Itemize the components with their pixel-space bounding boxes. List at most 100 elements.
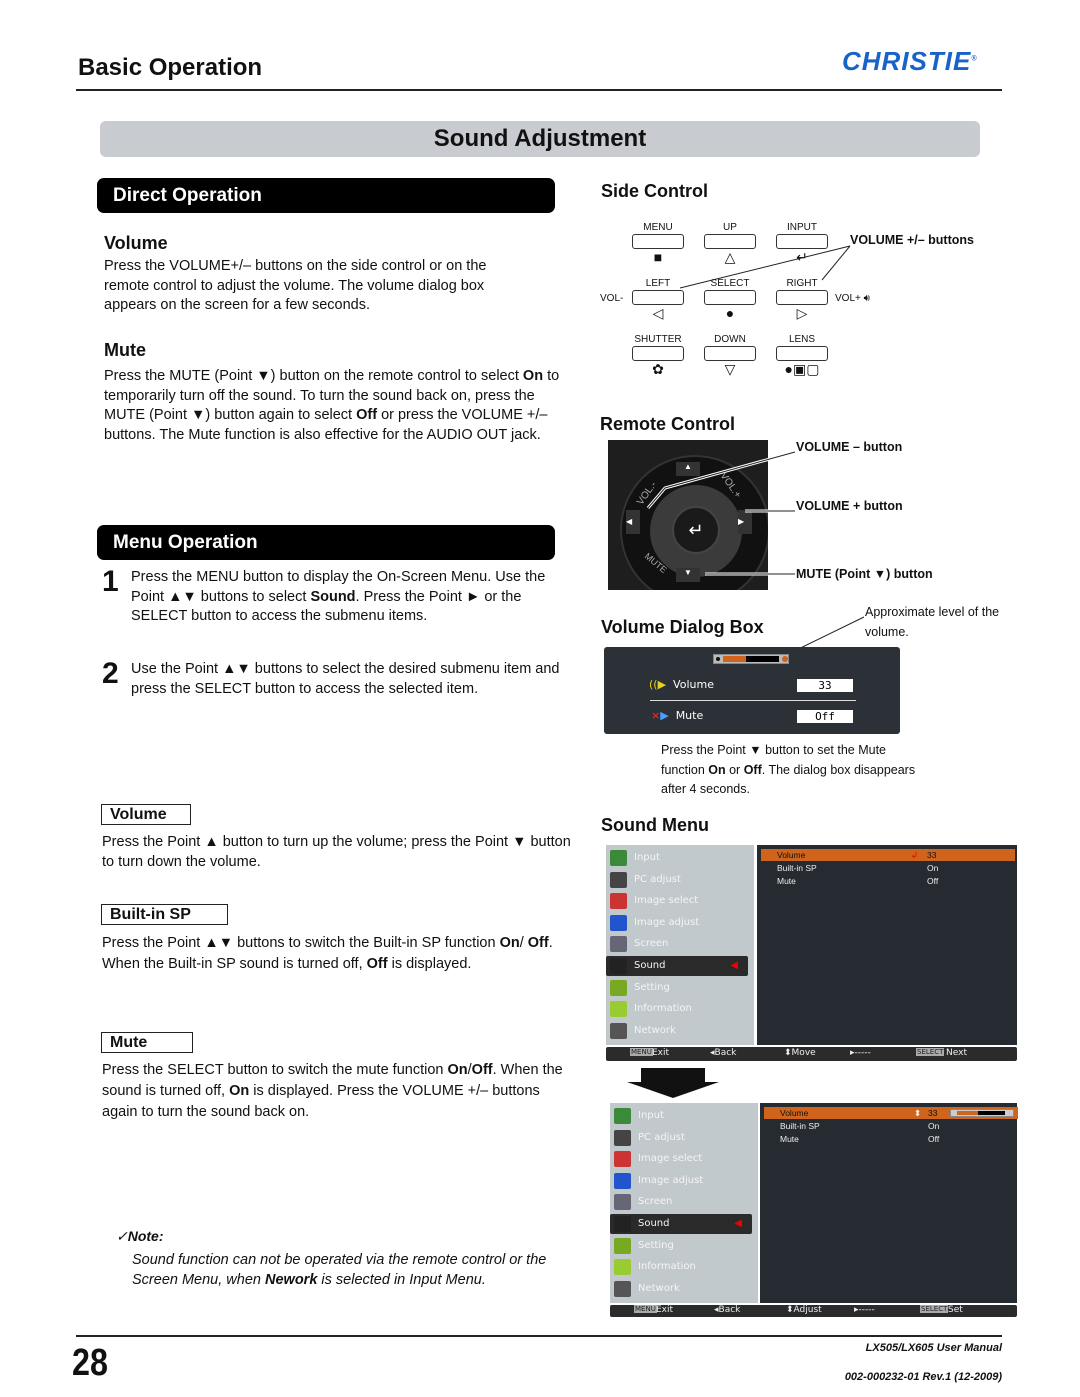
- volume-text: Press the VOLUME+/– buttons on the side …: [104, 258, 487, 313]
- menu-item-label: PC adjust: [634, 873, 681, 885]
- menu-item-sound[interactable]: Sound ◀: [606, 956, 748, 976]
- setting-icon: [614, 1237, 631, 1254]
- dialog-volume-value[interactable]: 33: [797, 679, 853, 692]
- menu-item-sound[interactable]: Sound ◀: [610, 1214, 752, 1234]
- volume-heading: Volume: [104, 233, 168, 253]
- back-hint: ◂Back: [710, 1048, 737, 1058]
- vol-minus-button[interactable]: ◀: [626, 510, 640, 534]
- button-label: SHUTTER: [634, 334, 682, 345]
- menu-item-input[interactable]: Input: [610, 1106, 752, 1126]
- menu-item-label: Information: [634, 1003, 692, 1015]
- mute-callout: MUTE (Point ▼) button: [796, 567, 933, 581]
- mute-heading: Mute: [104, 340, 146, 360]
- submenu-row-mute[interactable]: Mute Off: [761, 875, 1015, 887]
- menu-operation-heading: Menu Operation: [97, 525, 555, 560]
- menu-item-screen[interactable]: Screen: [606, 934, 748, 954]
- side-button-lens[interactable]: LENS ●▣▢: [772, 334, 832, 378]
- speaker-icon: 🔊︎: [863, 293, 870, 304]
- menu-item-pc-adjust[interactable]: PC adjust: [610, 1128, 752, 1148]
- submenu-row-volume[interactable]: Volume ⬍ 33: [764, 1107, 1018, 1119]
- dialog-mute-value[interactable]: Off: [797, 710, 853, 723]
- menu-item-network[interactable]: Network: [610, 1279, 752, 1299]
- network-icon: [610, 1022, 627, 1039]
- dialog-divider: [650, 700, 856, 701]
- submenu-row-built-in-sp[interactable]: Built-in SP On: [761, 862, 1015, 874]
- menu-item-image-select[interactable]: Image select: [606, 891, 748, 911]
- note-text: Sound function can not be operated via t…: [132, 1252, 547, 1288]
- dash-hint: ▸-----: [854, 1305, 875, 1315]
- sound-menu-heading: Sound Menu: [601, 815, 709, 835]
- logo-text: CHRISTIE: [842, 46, 972, 76]
- page-title: Sound Adjustment: [100, 121, 980, 157]
- pointer-left-icon: ◀: [734, 1218, 742, 1229]
- mute-text: Press the MUTE (Point ▼) button on the r…: [104, 368, 560, 443]
- pc-adjust-icon: [610, 871, 627, 888]
- osd-bottom-bar-2: MENU Exit ◂Back ⬍Adjust ▸----- SELECT Se…: [610, 1305, 1017, 1317]
- menu-item-information[interactable]: Information: [606, 999, 748, 1019]
- side-button-down[interactable]: DOWN ▽: [700, 334, 760, 378]
- screen-icon: [614, 1194, 631, 1211]
- submenu-row-volume[interactable]: Volume ↲ 33: [761, 849, 1015, 861]
- button-body[interactable]: [632, 346, 684, 361]
- osd-main-menu-2: Input PC adjust Image select Image adjust Sc…: [610, 1103, 758, 1303]
- christie-logo: CHRISTIE®: [842, 46, 978, 77]
- menu-item-image-select[interactable]: Image select: [610, 1149, 752, 1169]
- volume-dialog-heading: Volume Dialog Box: [601, 617, 764, 637]
- image-select-icon: [610, 893, 627, 910]
- exit-hint: Exit: [656, 1305, 674, 1315]
- sound-icon: ((▶: [649, 678, 667, 691]
- menu-item-label: Network: [638, 1282, 680, 1294]
- volume-buttons-callout: VOLUME +/– buttons: [850, 233, 974, 247]
- information-icon: [614, 1259, 631, 1276]
- arrow-down-icon: [641, 1068, 705, 1082]
- osd-submenu-2: Volume ⬍ 33 Built-in SP On Mute Off: [760, 1103, 1018, 1303]
- setting-icon: [610, 979, 627, 996]
- select-icon: ●: [725, 305, 735, 321]
- menu-item-label: Screen: [634, 938, 669, 950]
- return-icon: ↲: [911, 850, 919, 860]
- submenu-row-mute[interactable]: Mute Off: [764, 1133, 1018, 1145]
- menu-item-information[interactable]: Information: [610, 1257, 752, 1277]
- menu-item-label: Image adjust: [638, 1174, 704, 1186]
- volume-minus-callout: VOLUME – button: [796, 440, 903, 454]
- set-hint: Set: [948, 1305, 963, 1315]
- menu-item-input[interactable]: Input: [606, 848, 748, 868]
- lens-icon: ●▣▢: [784, 361, 820, 377]
- button-body[interactable]: [776, 346, 828, 361]
- menu-item-label: Sound: [634, 960, 666, 971]
- menu-item-screen[interactable]: Screen: [610, 1192, 752, 1212]
- submenu-row-built-in-sp[interactable]: Built-in SP On: [764, 1120, 1018, 1132]
- image-select-icon: [614, 1151, 631, 1168]
- exit-hint: Exit: [652, 1048, 670, 1058]
- menu-item-image-adjust[interactable]: Image adjust: [606, 913, 748, 933]
- step-number: 2: [102, 657, 119, 690]
- button-label: DOWN: [714, 334, 746, 345]
- menu-item-setting[interactable]: Setting: [610, 1236, 752, 1256]
- select-key-icon: SELECT: [916, 1048, 945, 1056]
- osd-main-menu-1: Input PC adjust Image select Image adjust Sc…: [606, 845, 754, 1045]
- menu-item-image-adjust[interactable]: Image adjust: [610, 1171, 752, 1191]
- document-id: 002-000232-01 Rev.1 (12-2009): [844, 1371, 1002, 1383]
- mute-label-box: Mute: [101, 1032, 193, 1053]
- menu-item-label: Image select: [634, 895, 699, 907]
- note-heading: ✓Note:: [116, 1228, 164, 1244]
- sound-icon: [614, 1216, 631, 1232]
- osd-bottom-bar-1: MENU Exit ◂Back ⬍Move ▸----- SELECT Next: [606, 1047, 1017, 1061]
- next-hint: Next: [946, 1048, 967, 1058]
- adjust-icon: ⬍: [914, 1108, 922, 1118]
- direct-operation-heading: Direct Operation: [97, 178, 555, 213]
- volume-plus-callout: VOLUME + button: [796, 499, 903, 513]
- side-button-shutter[interactable]: SHUTTER ✿: [628, 334, 688, 378]
- dialog-mute-row: ×▶ Mute: [651, 709, 704, 722]
- footer-rule: [76, 1335, 1002, 1337]
- menu-item-label: Information: [638, 1261, 696, 1273]
- dash-hint: ▸-----: [850, 1048, 871, 1058]
- right-icon: ▷: [796, 305, 808, 321]
- back-hint: ◂Back: [714, 1305, 741, 1315]
- menu-item-pc-adjust[interactable]: PC adjust: [606, 870, 748, 890]
- button-body[interactable]: [704, 346, 756, 361]
- menu-item-setting[interactable]: Setting: [606, 978, 748, 998]
- button-label: LENS: [788, 334, 816, 345]
- menu-item-label: Sound: [638, 1218, 670, 1229]
- menu-item-network[interactable]: Network: [606, 1021, 748, 1041]
